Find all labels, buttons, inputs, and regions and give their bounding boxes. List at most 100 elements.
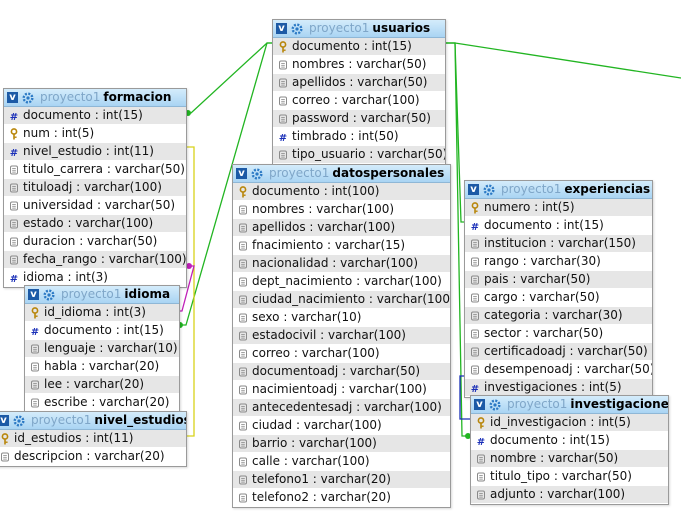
column-row[interactable]: desempenoadj : varchar(50) [465,361,652,379]
table-header[interactable]: v proyecto1 idioma [25,286,179,304]
column-row[interactable]: lee : varchar(20) [25,376,179,394]
text-column-icon [469,328,481,340]
column-row[interactable]: sector : varchar(50) [465,325,652,343]
column-row[interactable]: # timbrado : int(50) [273,128,445,146]
collapse-toggle-icon[interactable]: v [276,23,287,34]
column-row[interactable]: id_estudios : int(11) [0,430,186,448]
column-row[interactable]: estadocivil : varchar(100) [233,327,450,345]
column-row[interactable]: descripcion : varchar(20) [0,448,186,466]
table-nivel-estudios[interactable]: v proyecto1 nivel_estudios id_estudios :… [0,411,187,467]
gear-icon[interactable] [483,183,495,196]
column-row[interactable]: rango : varchar(30) [465,253,652,271]
column-row[interactable]: pais : varchar(50) [465,271,652,289]
collapse-toggle-icon[interactable]: v [28,289,39,300]
gear-icon[interactable] [251,167,263,180]
column-row[interactable]: documento : int(15) [273,38,445,56]
column-row[interactable]: telefono2 : varchar(20) [233,489,450,507]
column-row[interactable]: # nivel_estudio : int(11) [4,143,186,161]
column-row[interactable]: nombres : varchar(100) [233,201,450,219]
column-row[interactable]: nombres : varchar(50) [273,56,445,74]
column-row[interactable]: apellidos : varchar(50) [273,74,445,92]
table-investigaciones[interactable]: v proyecto1 investigaciones id_investiga… [470,395,669,505]
column-label: fnacimiento : varchar(15) [252,238,406,252]
table-header[interactable]: v proyecto1 investigaciones [471,396,668,414]
column-label: documentoadj : varchar(50) [252,364,421,378]
collapse-toggle-icon[interactable]: v [468,184,479,195]
table-name: experiencias [564,182,651,196]
column-row[interactable]: institucion : varchar(150) [465,235,652,253]
column-row[interactable]: telefono1 : varchar(20) [233,471,450,489]
column-row[interactable]: duracion : varchar(50) [4,233,186,251]
column-label: id_estudios : int(11) [14,431,134,445]
table-header[interactable]: v proyecto1 nivel_estudios [0,412,186,430]
column-row[interactable]: cargo : varchar(50) [465,289,652,307]
column-row[interactable]: fecha_rango : varchar(100) [4,251,186,269]
primary-key-icon [277,40,289,53]
collapse-toggle-icon[interactable]: v [236,168,247,179]
gear-icon[interactable] [13,414,25,427]
svg-text:#: # [471,222,479,232]
column-label: habla : varchar(20) [44,359,160,373]
column-row[interactable]: categoria : varchar(30) [465,307,652,325]
column-row[interactable]: documentoadj : varchar(50) [233,363,450,381]
column-row[interactable]: titulo_carrera : varchar(50) [4,161,186,179]
table-usuarios[interactable]: v proyecto1 usuarios documento : int(15)… [272,19,446,165]
collapse-toggle-icon[interactable]: v [0,415,9,426]
column-row[interactable]: barrio : varchar(100) [233,435,450,453]
column-row[interactable]: tituloadj : varchar(100) [4,179,186,197]
column-row[interactable]: calle : varchar(100) [233,453,450,471]
column-row[interactable]: # documento : int(15) [465,217,652,235]
column-row[interactable]: ciudad_nacimiento : varchar(100) [233,291,450,309]
column-row[interactable]: num : int(5) [4,125,186,143]
column-row[interactable]: numero : int(5) [465,199,652,217]
column-row[interactable]: # documento : int(15) [25,322,179,340]
column-row[interactable]: escribe : varchar(20) [25,394,179,412]
table-header[interactable]: v proyecto1 datospersonales [233,165,450,183]
column-row[interactable]: apellidos : varchar(100) [233,219,450,237]
column-row[interactable]: habla : varchar(20) [25,358,179,376]
column-row[interactable]: # documento : int(15) [4,107,186,125]
column-row[interactable]: correo : varchar(100) [233,345,450,363]
column-row[interactable]: id_investigacion : int(5) [471,414,668,432]
table-header[interactable]: v proyecto1 formacion [4,89,186,107]
column-row[interactable]: certificadoadj : varchar(50) [465,343,652,361]
column-label: desempenoadj : varchar(50) [484,362,652,376]
column-row[interactable]: nombre : varchar(50) [471,450,668,468]
column-list: documento : int(100) nombres : varchar(10… [233,183,450,507]
text-column-icon [8,218,20,230]
column-row[interactable]: titulo_tipo : varchar(50) [471,468,668,486]
primary-key-icon [469,201,481,214]
column-row[interactable]: dept_nacimiento : varchar(100) [233,273,450,291]
column-row[interactable]: correo : varchar(100) [273,92,445,110]
table-datospersonales[interactable]: v proyecto1 datospersonales documento : … [232,164,451,508]
gear-icon[interactable] [489,398,501,411]
column-row[interactable]: nacionalidad : varchar(100) [233,255,450,273]
gear-icon[interactable] [22,91,34,104]
column-row[interactable]: adjunto : varchar(100) [471,486,668,504]
table-header[interactable]: v proyecto1 experiencias [465,181,652,199]
svg-text:#: # [477,437,485,447]
column-row[interactable]: lenguaje : varchar(10) [25,340,179,358]
column-row[interactable]: # documento : int(15) [471,432,668,450]
column-row[interactable]: password : varchar(50) [273,110,445,128]
column-row[interactable]: sexo : varchar(10) [233,309,450,327]
column-row[interactable]: tipo_usuario : varchar(50) [273,146,445,164]
table-header[interactable]: v proyecto1 usuarios [273,20,445,38]
table-experiencias[interactable]: v proyecto1 experiencias numero : int(5)… [464,180,653,398]
column-row[interactable]: antecedentesadj : varchar(100) [233,399,450,417]
column-row[interactable]: documento : int(100) [233,183,450,201]
collapse-toggle-icon[interactable]: v [7,92,18,103]
table-idioma[interactable]: v proyecto1 idioma id_idioma : int(3) # do… [24,285,180,413]
column-row[interactable]: ciudad : varchar(100) [233,417,450,435]
column-row[interactable]: id_idioma : int(3) [25,304,179,322]
table-formacion[interactable]: v proyecto1 formacion # documento : int(1… [3,88,187,288]
column-label: calle : varchar(100) [252,454,370,468]
column-label: documento : int(15) [292,39,412,53]
column-row[interactable]: nacimientoadj : varchar(100) [233,381,450,399]
collapse-toggle-icon[interactable]: v [474,399,485,410]
column-row[interactable]: estado : varchar(100) [4,215,186,233]
column-row[interactable]: universidad : varchar(50) [4,197,186,215]
gear-icon[interactable] [43,288,55,301]
column-row[interactable]: fnacimiento : varchar(15) [233,237,450,255]
gear-icon[interactable] [291,22,303,35]
